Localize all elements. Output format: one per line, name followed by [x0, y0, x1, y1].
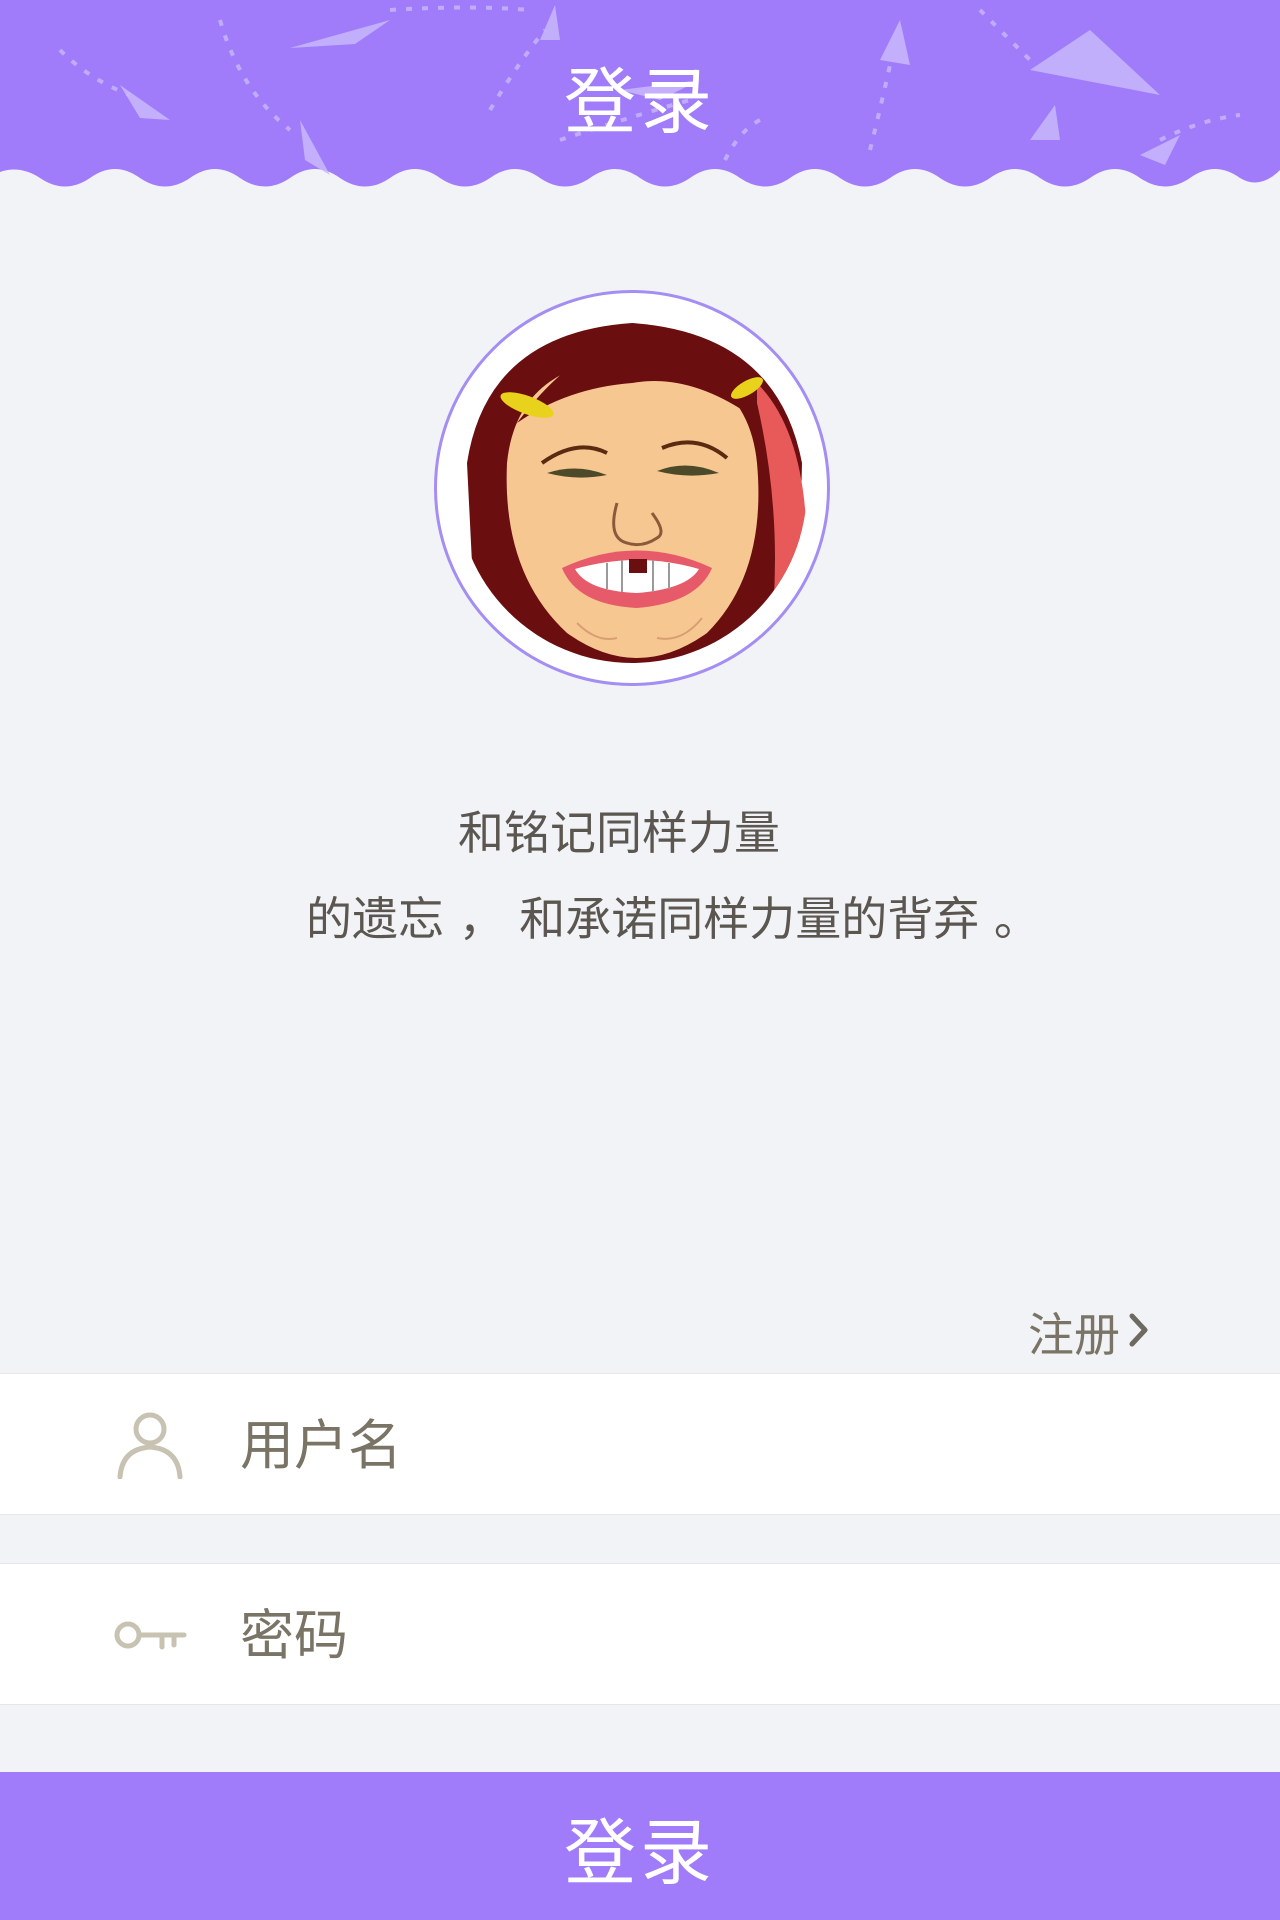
register-label: 注册 — [1028, 1308, 1120, 1362]
quote-line-1: 和铭记同样力量 — [458, 806, 780, 860]
password-input[interactable] — [240, 1585, 1200, 1685]
avatar-illustration — [457, 313, 807, 663]
username-row — [0, 1373, 1280, 1515]
avatar[interactable] — [434, 290, 830, 686]
login-button[interactable]: 登录 — [0, 1772, 1280, 1920]
user-icon — [117, 1412, 183, 1479]
key-icon — [114, 1621, 187, 1650]
page-title: 登录 — [563, 60, 716, 144]
login-page: 登录 和铭记同样力量 的遗忘 ， 和承诺同样力量的背弃 。 注册 用户名 登录 — [0, 0, 1280, 1920]
register-link[interactable]: 注册 — [1028, 1300, 1150, 1364]
chevron-right-icon — [1128, 1305, 1150, 1359]
quote-line-2: 的遗忘 ， 和承诺同样力量的背弃 。 — [306, 892, 1040, 946]
password-row — [0, 1563, 1280, 1705]
username-input[interactable] — [240, 1395, 1200, 1495]
header: 登录 — [0, 0, 1280, 200]
